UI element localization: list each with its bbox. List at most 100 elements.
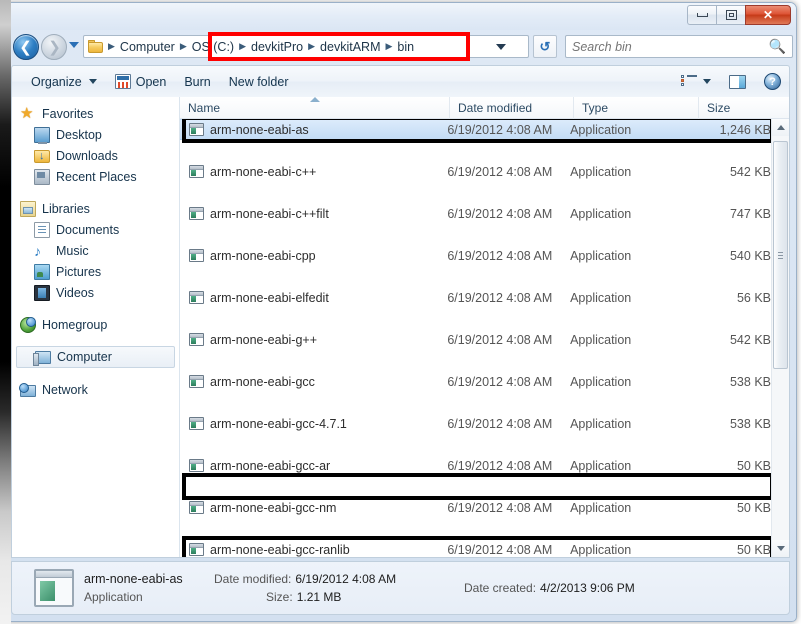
table-row[interactable]: arm-none-eabi-cpp 6/19/2012 4:08 AM Applic… bbox=[180, 245, 771, 266]
file-name-cell[interactable]: arm-none-eabi-gcc-nm bbox=[180, 501, 447, 515]
command-bar: Organize Open Burn New folder ? bbox=[11, 65, 790, 97]
table-row[interactable]: arm-none-eabi-gcc-ranlib 6/19/2012 4:08 A… bbox=[180, 539, 771, 557]
new-folder-button[interactable]: New folder bbox=[220, 71, 298, 93]
organize-button[interactable]: Organize bbox=[22, 71, 106, 93]
column-header-size[interactable]: Size bbox=[699, 97, 784, 119]
file-name-cell[interactable]: arm-none-eabi-gcc bbox=[180, 375, 447, 389]
file-name-cell[interactable]: arm-none-eabi-gcc-ar bbox=[180, 459, 447, 473]
breadcrumb-bin[interactable]: bin bbox=[394, 40, 417, 54]
recent-locations-chevron-down-icon[interactable] bbox=[69, 42, 79, 48]
close-icon: ✕ bbox=[762, 8, 774, 22]
window-controls: ✕ bbox=[687, 5, 791, 25]
sidebar-item-computer[interactable]: Computer bbox=[16, 346, 175, 368]
breadcrumb-devkitarm[interactable]: devkitARM bbox=[317, 40, 383, 54]
organize-label: Organize bbox=[31, 74, 82, 89]
navigation-pane[interactable]: ★ Favorites Desktop Downloads Recent Pla… bbox=[12, 97, 180, 557]
sidebar-item-music[interactable]: ♪ Music bbox=[12, 240, 179, 261]
file-name-label: arm-none-eabi-elfedit bbox=[210, 290, 329, 305]
file-name-cell[interactable]: arm-none-eabi-as bbox=[180, 123, 447, 137]
file-name-label: arm-none-eabi-gcc-ar bbox=[210, 458, 331, 473]
details-date-created-line: Date created: 4/2/2013 9:06 PM bbox=[464, 581, 635, 595]
file-size-cell: 747 KB bbox=[729, 206, 771, 221]
search-box[interactable]: 🔍 bbox=[565, 35, 793, 58]
scroll-down-button[interactable] bbox=[772, 540, 789, 557]
address-chevron-down-icon[interactable] bbox=[496, 43, 506, 50]
close-button[interactable]: ✕ bbox=[745, 5, 791, 25]
table-row[interactable]: arm-none-eabi-elfedit 6/19/2012 4:08 AM Ap… bbox=[180, 287, 771, 308]
table-row[interactable]: arm-none-eabi-as 6/19/2012 4:08 AM Applica… bbox=[180, 119, 771, 140]
list-view-icon[interactable] bbox=[681, 74, 697, 89]
view-chevron-down-icon[interactable] bbox=[703, 79, 711, 84]
file-date-cell: 6/19/2012 4:08 AM bbox=[447, 122, 553, 137]
sidebar-item-desktop[interactable]: Desktop bbox=[12, 124, 179, 145]
table-row[interactable]: arm-none-eabi-gcc-4.7.1 6/19/2012 4:08 AM… bbox=[180, 413, 771, 434]
sidebar-item-libraries[interactable]: Libraries bbox=[12, 198, 179, 219]
file-name-cell[interactable]: arm-none-eabi-c++ bbox=[180, 165, 447, 179]
file-name-cell[interactable]: arm-none-eabi-gcc-ranlib bbox=[180, 543, 447, 557]
table-row[interactable]: arm-none-eabi-gcc-ar 6/19/2012 4:08 AM App… bbox=[180, 455, 771, 476]
column-header-date-modified[interactable]: Date modified bbox=[450, 97, 574, 119]
file-name-cell[interactable]: arm-none-eabi-elfedit bbox=[180, 291, 447, 305]
sidebar-item-favorites[interactable]: ★ Favorites bbox=[12, 103, 179, 124]
maximize-button[interactable] bbox=[716, 5, 745, 25]
file-list-pane[interactable]: Name Date modified Type Size arm-none-ea… bbox=[180, 97, 789, 557]
address-bar[interactable]: ▶ Computer ▶ OS (C:) ▶ devkitPro ▶ devki… bbox=[83, 35, 529, 58]
scrollbar-thumb[interactable] bbox=[773, 141, 788, 369]
content-area: ★ Favorites Desktop Downloads Recent Pla… bbox=[11, 97, 790, 558]
file-name-cell[interactable]: arm-none-eabi-gcc-4.7.1 bbox=[180, 417, 447, 431]
sidebar-label: Libraries bbox=[42, 201, 90, 216]
application-file-icon bbox=[189, 207, 204, 220]
file-name-label: arm-none-eabi-g++ bbox=[210, 332, 318, 347]
details-size-value: 1.21 MB bbox=[296, 590, 342, 604]
sidebar-label: Videos bbox=[56, 285, 94, 300]
minimize-button[interactable] bbox=[687, 5, 716, 25]
details-size-line: Size: 1.21 MB bbox=[214, 590, 464, 604]
application-file-icon bbox=[189, 291, 204, 304]
sidebar-label: Favorites bbox=[42, 106, 94, 121]
table-row[interactable]: arm-none-eabi-c++filt 6/19/2012 4:08 AM Ap… bbox=[180, 203, 771, 224]
table-row[interactable]: arm-none-eabi-gcc-nm 6/19/2012 4:08 AM App… bbox=[180, 497, 771, 518]
sidebar-item-downloads[interactable]: Downloads bbox=[12, 145, 179, 166]
column-header-name[interactable]: Name bbox=[180, 97, 450, 119]
table-row[interactable]: arm-none-eabi-c++ 6/19/2012 4:08 AM Applic… bbox=[180, 161, 771, 182]
search-icon[interactable]: 🔍 bbox=[769, 38, 786, 55]
sidebar-label: Network bbox=[42, 382, 88, 397]
details-date-created-label: Date created: bbox=[464, 581, 537, 595]
column-header-type[interactable]: Type bbox=[574, 97, 699, 119]
refresh-button[interactable]: ↺ bbox=[533, 35, 557, 58]
table-row[interactable]: arm-none-eabi-g++ 6/19/2012 4:08 AM Applic… bbox=[180, 329, 771, 350]
open-button[interactable]: Open bbox=[106, 70, 176, 93]
application-file-icon bbox=[189, 333, 204, 346]
sidebar-label: Homegroup bbox=[42, 317, 108, 332]
sidebar-item-pictures[interactable]: Pictures bbox=[12, 261, 179, 282]
file-type-cell: Application bbox=[570, 374, 632, 389]
sidebar-item-videos[interactable]: Videos bbox=[12, 282, 179, 303]
file-name-cell[interactable]: arm-none-eabi-g++ bbox=[180, 333, 447, 347]
back-button[interactable]: ❮ bbox=[13, 34, 39, 60]
sidebar-item-homegroup[interactable]: Homegroup bbox=[12, 314, 179, 335]
forward-button[interactable]: ❯ bbox=[41, 34, 67, 60]
table-row[interactable]: arm-none-eabi-gcc 6/19/2012 4:08 AM Applic… bbox=[180, 371, 771, 392]
breadcrumb-os-c[interactable]: OS (C:) bbox=[189, 40, 237, 54]
file-rows[interactable]: arm-none-eabi-as 6/19/2012 4:08 AM Applica… bbox=[180, 119, 771, 557]
search-input[interactable] bbox=[572, 39, 769, 54]
file-date-cell: 6/19/2012 4:08 AM bbox=[447, 458, 553, 473]
vertical-scrollbar[interactable] bbox=[771, 119, 789, 557]
file-name-cell[interactable]: arm-none-eabi-cpp bbox=[180, 249, 447, 263]
sidebar-item-network[interactable]: Network bbox=[12, 379, 179, 400]
scroll-up-button[interactable] bbox=[772, 119, 789, 136]
burn-button[interactable]: Burn bbox=[175, 71, 219, 93]
preview-pane-icon[interactable] bbox=[729, 74, 746, 89]
sidebar-item-recent-places[interactable]: Recent Places bbox=[12, 166, 179, 187]
breadcrumb-computer[interactable]: Computer bbox=[117, 40, 178, 54]
sidebar-item-documents[interactable]: Documents bbox=[12, 219, 179, 240]
breadcrumb-devkitpro[interactable]: devkitPro bbox=[248, 40, 306, 54]
file-size-cell: 50 KB bbox=[736, 542, 771, 557]
libraries-icon bbox=[20, 200, 36, 217]
help-icon[interactable]: ? bbox=[764, 73, 781, 90]
sidebar-label: Desktop bbox=[56, 127, 102, 142]
file-size-cell: 50 KB bbox=[736, 458, 771, 473]
details-modified-block: Date modified: 6/19/2012 4:08 AM Size: 1… bbox=[214, 572, 464, 604]
file-name-cell[interactable]: arm-none-eabi-c++filt bbox=[180, 207, 447, 221]
file-size-cell: 542 KB bbox=[729, 164, 771, 179]
